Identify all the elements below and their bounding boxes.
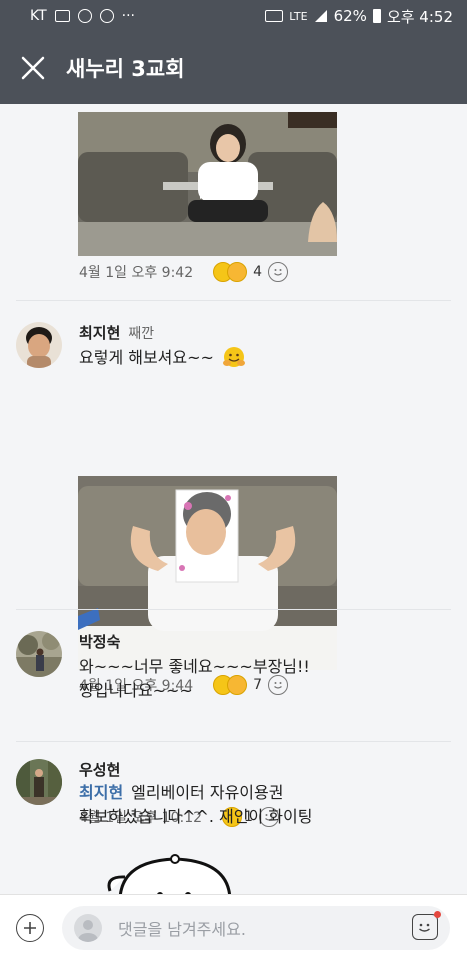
page-title: 새누리 3교회 (66, 57, 185, 81)
attach-button[interactable] (16, 913, 44, 942)
avatar[interactable] (16, 759, 62, 805)
carrier-label: KT (30, 8, 47, 24)
divider (16, 609, 451, 610)
smiley-outline-icon (274, 269, 282, 276)
close-button[interactable] (0, 32, 66, 104)
play-button[interactable] (190, 167, 226, 203)
reaction-summary[interactable] (213, 262, 248, 282)
app-header: 새누리 3교회 (0, 32, 467, 104)
author-name-text: 최지현 (79, 324, 121, 342)
new-badge (434, 911, 441, 918)
talk-notification-icon (99, 9, 114, 23)
avatar[interactable] (16, 322, 62, 368)
comment-feed[interactable]: 4월 1일 오후 9:42 4 최지현 째깐 요렇게 해보셔요~~ 4월 1일 … (0, 104, 467, 894)
reaction-count: 4 (253, 264, 263, 280)
add-reaction-button[interactable] (268, 262, 289, 282)
mention-link[interactable]: 최지현 (79, 783, 123, 802)
comment-text: 요렇게 해보셔요~~ (79, 346, 449, 370)
status-bar: KT ··· LTE 62% 오후 4:52 (0, 0, 467, 32)
hd-icon (265, 10, 284, 22)
video-thumbnail[interactable] (78, 112, 337, 256)
band-notification-icon (77, 9, 92, 23)
divider (16, 300, 451, 301)
hugging-emoji-icon (223, 347, 246, 367)
comment-meta: 4월 1일 오후 9:42 4 (79, 260, 289, 284)
comment-text-line: 확보하셨습니다^^. 재인이 화이팅 (79, 807, 313, 826)
comment-text-line: 와~~~너무 좋네요~~~부장님!! (79, 657, 310, 676)
user-avatar-icon (74, 914, 102, 942)
author-role: 째깐 (128, 326, 155, 342)
comment-text-line: 짱입니다요~~~ (79, 681, 193, 700)
battery-icon (372, 9, 381, 23)
battery-label: 62% (333, 7, 367, 25)
gallery-notification-icon (54, 10, 70, 22)
divider (16, 741, 451, 742)
laugh-emoji-icon (227, 262, 248, 282)
comment-placeholder: 댓글을 남겨주세요. (118, 920, 246, 939)
author-name[interactable]: 최지현 째깐 (79, 322, 154, 343)
play-icon (200, 171, 222, 199)
comment-time: 4월 1일 오후 9:42 (79, 265, 194, 281)
avatar[interactable] (16, 631, 62, 677)
sticker-smile-icon (419, 923, 430, 932)
close-icon (21, 56, 45, 80)
author-name[interactable]: 박정숙 (79, 631, 120, 652)
network-label: LTE (289, 9, 308, 23)
comment-text-content: 요렇게 해보셔요~~ (79, 348, 214, 367)
sticker-image[interactable] (100, 851, 250, 894)
clock: 오후 4:52 (386, 7, 453, 26)
comment-composer: 댓글을 남겨주세요. (0, 894, 467, 960)
signal-icon (314, 10, 327, 22)
comment-input[interactable]: 댓글을 남겨주세요. (62, 906, 450, 950)
comment-text: 최지현 엘리베이터 자유이용권 확보하셨습니다^^. 재인이 화이팅 (79, 781, 449, 829)
author-name[interactable]: 우성현 (79, 759, 120, 780)
comment-text: 와~~~너무 좋네요~~~부장님!! 짱입니다요~~~ (79, 655, 449, 703)
plus-icon (24, 921, 36, 934)
comment-text-line: 엘리베이터 자유이용권 (131, 783, 284, 802)
sticker-button[interactable] (412, 911, 441, 940)
more-notifications-icon: ··· (121, 8, 136, 24)
